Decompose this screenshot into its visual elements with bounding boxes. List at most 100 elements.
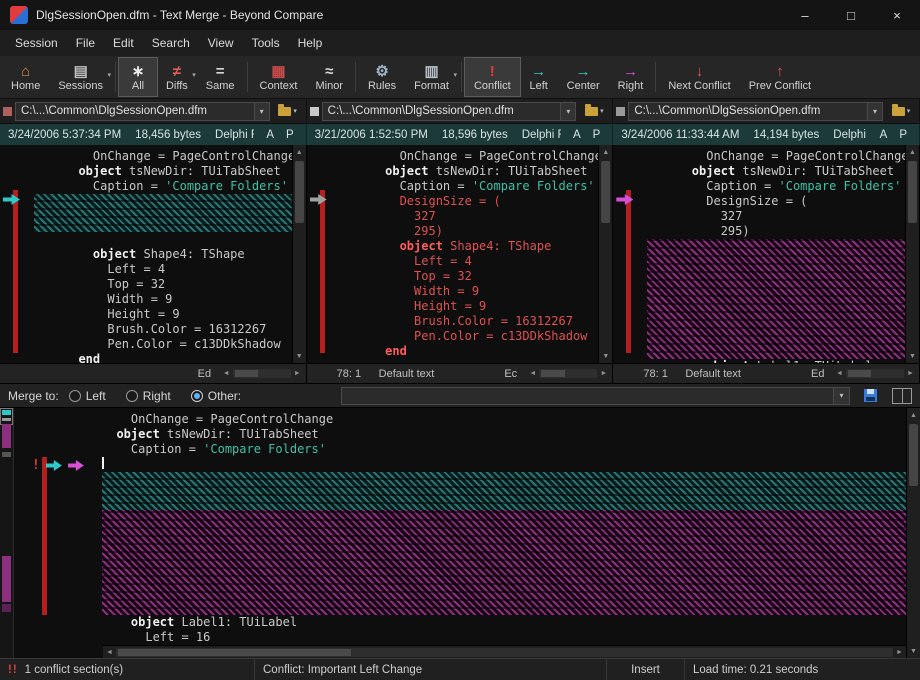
scroll-track[interactable] (293, 159, 306, 349)
menu-file[interactable]: File (67, 32, 104, 54)
menu-help[interactable]: Help (289, 32, 332, 54)
browse-folder-button-center[interactable]: ▾ (579, 102, 609, 121)
compare-panes: OnChange = PageControlChange object tsNe… (0, 145, 920, 363)
scroll-down-icon[interactable]: ▼ (599, 349, 613, 363)
scroll-up-icon[interactable]: ▲ (599, 145, 613, 159)
save-button[interactable] (860, 386, 880, 406)
scroll-down-icon[interactable]: ▼ (292, 349, 306, 363)
radio-unselected (69, 390, 81, 402)
scroll-left-icon[interactable]: ◄ (103, 649, 116, 656)
browse-folder-button-left[interactable]: ▾ (273, 102, 303, 121)
sessions-button[interactable]: ▤Sessions▾ (49, 58, 112, 96)
code-area-left[interactable]: OnChange = PageControlChange object tsNe… (34, 145, 292, 363)
menu-tools[interactable]: Tools (243, 32, 289, 54)
scroll-right-icon[interactable]: ► (291, 370, 304, 377)
radio-selected (191, 390, 203, 402)
scroll-right-icon[interactable]: ► (893, 649, 906, 656)
menu-search[interactable]: Search (143, 32, 199, 54)
conflict-button[interactable]: !Conflict (465, 58, 520, 96)
horizontal-scrollbar[interactable]: ◄► (833, 364, 919, 383)
scroll-thumb[interactable] (235, 370, 258, 377)
right-section-arrow-icon (68, 460, 84, 471)
vertical-scrollbar[interactable]: ▲▼ (598, 145, 612, 363)
scroll-track[interactable] (116, 648, 893, 657)
close-button[interactable]: × (874, 0, 920, 30)
encoding-flag[interactable]: A (266, 129, 274, 141)
scroll-thumb[interactable] (908, 161, 917, 223)
file-path-combobox-center[interactable]: C:\...\Common\DlgSessionOpen.dfm▾ (322, 102, 577, 121)
home-button[interactable]: ⌂Home (2, 58, 49, 96)
overview-map[interactable] (0, 408, 14, 658)
menu-session[interactable]: Session (6, 32, 67, 54)
merge-output-editor[interactable]: OnChange = PageControlChange object tsNe… (102, 408, 906, 658)
vertical-scrollbar[interactable]: ▲▼ (906, 408, 920, 658)
file-status-icon[interactable] (310, 107, 319, 116)
encoding-flag[interactable]: A (573, 129, 581, 141)
toolbar-separator (655, 62, 656, 92)
scroll-right-icon[interactable]: ► (904, 370, 917, 377)
scroll-thumb[interactable] (601, 161, 610, 223)
browse-folder-button-right[interactable]: ▾ (886, 102, 916, 121)
scroll-thumb[interactable] (295, 161, 304, 223)
vertical-scrollbar[interactable]: ▲▼ (905, 145, 919, 363)
scroll-up-icon[interactable]: ▲ (907, 408, 920, 422)
context-button[interactable]: ▦Context (251, 58, 307, 96)
home-icon: ⌂ (21, 63, 30, 80)
menu-edit[interactable]: Edit (104, 32, 143, 54)
take-left-button[interactable]: →Left (520, 58, 558, 96)
scroll-down-icon[interactable]: ▼ (906, 349, 920, 363)
file-status-icon[interactable] (616, 107, 625, 116)
layout-button[interactable] (892, 388, 912, 404)
diffs-button[interactable]: ≠Diffs▾ (157, 58, 197, 96)
lineending-flag[interactable]: P (593, 129, 601, 141)
file-path-combobox-left[interactable]: C:\...\Common\DlgSessionOpen.dfm▾ (15, 102, 270, 121)
same-button[interactable]: =Same (197, 58, 244, 96)
scroll-track[interactable] (539, 369, 597, 378)
scroll-track[interactable] (599, 159, 612, 349)
merge-target-option-right[interactable]: Right (126, 389, 171, 403)
file-status-icon[interactable] (3, 107, 12, 116)
scroll-right-icon[interactable]: ► (597, 370, 610, 377)
all-button[interactable]: ∗All (119, 58, 157, 96)
file-header-right: C:\...\Common\DlgSessionOpen.dfm▾▾ (613, 99, 920, 123)
scroll-up-icon[interactable]: ▲ (292, 145, 306, 159)
merge-target-option-left[interactable]: Left (69, 389, 106, 403)
conflict-status-icon: !! (8, 664, 18, 676)
scroll-thumb[interactable] (848, 370, 871, 377)
scroll-track[interactable] (906, 159, 919, 349)
take-center-button[interactable]: →Center (558, 58, 609, 96)
merge-output-combobox[interactable]: ▾ (341, 387, 850, 405)
scroll-thumb[interactable] (541, 370, 564, 377)
lineending-flag[interactable]: P (899, 129, 907, 141)
horizontal-scrollbar[interactable]: ◄► (220, 364, 306, 383)
scroll-left-icon[interactable]: ◄ (833, 370, 846, 377)
scroll-left-icon[interactable]: ◄ (220, 370, 233, 377)
code-text: OnChange = PageControlChange (677, 149, 905, 163)
lineending-flag[interactable]: P (286, 129, 294, 141)
maximize-button[interactable]: □ (828, 0, 874, 30)
scroll-thumb[interactable] (909, 424, 918, 486)
menu-view[interactable]: View (199, 32, 243, 54)
scroll-left-icon[interactable]: ◄ (526, 370, 539, 377)
next-conflict-button[interactable]: ↓Next Conflict (659, 58, 739, 96)
horizontal-scrollbar[interactable]: ◄► (526, 364, 612, 383)
code-area-right[interactable]: OnChange = PageControlChange object tsNe… (647, 145, 905, 363)
file-path-combobox-right[interactable]: C:\...\Common\DlgSessionOpen.dfm▾ (628, 102, 883, 121)
prev-conflict-button[interactable]: ↑Prev Conflict (740, 58, 820, 96)
scroll-track[interactable] (846, 369, 904, 378)
scroll-down-icon[interactable]: ▼ (907, 644, 920, 658)
minimize-button[interactable]: – (782, 0, 828, 30)
merge-target-option-other[interactable]: Other: (191, 389, 241, 403)
minor-button[interactable]: ≈Minor (306, 58, 352, 96)
scroll-up-icon[interactable]: ▲ (906, 145, 920, 159)
take-right-button[interactable]: →Right (609, 58, 653, 96)
scroll-thumb[interactable] (118, 649, 351, 656)
horizontal-scrollbar[interactable]: ◄► (103, 645, 906, 658)
scroll-track[interactable] (233, 369, 291, 378)
format-button[interactable]: ▥Format▾ (405, 58, 458, 96)
scroll-track[interactable] (907, 422, 920, 644)
encoding-flag[interactable]: A (880, 129, 888, 141)
rules-button[interactable]: ⚙Rules (359, 58, 405, 96)
vertical-scrollbar[interactable]: ▲▼ (292, 145, 306, 363)
code-area-center[interactable]: OnChange = PageControlChange object tsNe… (341, 145, 599, 363)
